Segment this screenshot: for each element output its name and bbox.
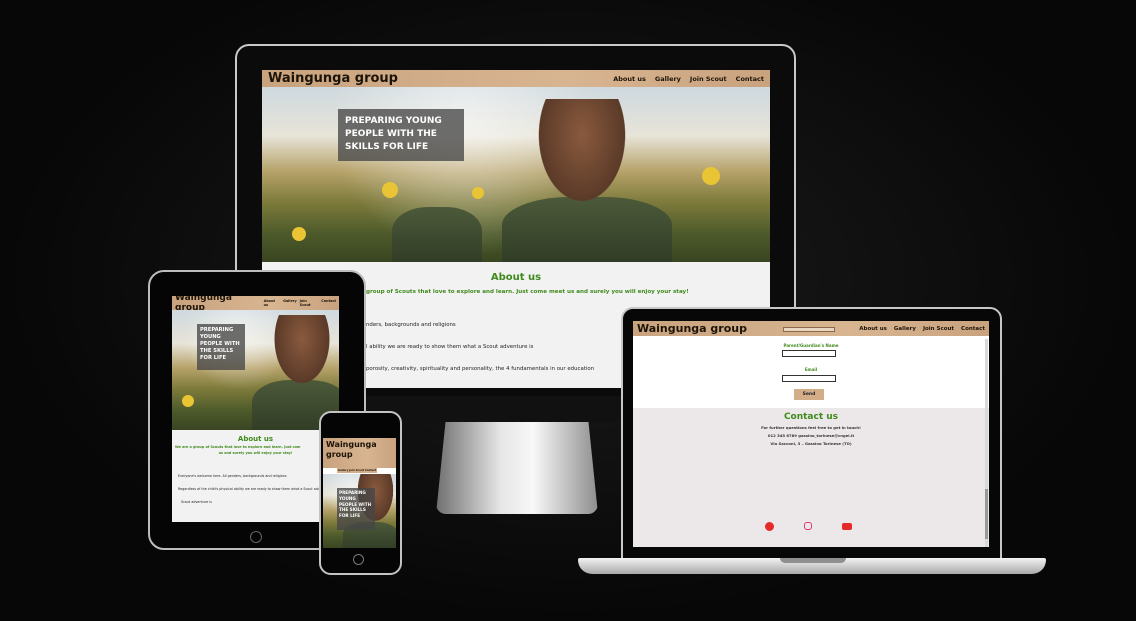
send-button[interactable]: Send [794,389,824,400]
nav-gallery[interactable]: Gallery [283,299,297,307]
nav-gallery[interactable]: Gallery [655,75,681,83]
hero-image: PREPARING YOUNG PEOPLE WITH THE SKILLS F… [262,87,770,262]
macbook-screen: Waingunga group About us Gallery Join Sc… [633,321,989,547]
about-bullet-2: l ability we are ready to show them what… [366,344,534,350]
ipad-screen: Waingunga group About us Gallery Join Sc… [172,296,339,522]
contact-line-2: 012 345 6789 gassino_torinese@cngei.it [767,433,855,438]
hero-caption: PREPARING YOUNG PEOPLE WITH THE SKILLS F… [337,488,375,530]
scrollbar[interactable] [985,339,988,547]
hero-flower [702,167,720,185]
nav-contact[interactable]: Contact [736,75,764,83]
site-brand[interactable]: Waingunga group [268,71,398,86]
hero-flower [182,395,194,407]
hero-flower [472,187,484,199]
about-intro-line-2: us and surely you will enjoy your stay! [218,451,293,455]
macbook-notch [780,558,846,563]
nav-join[interactable]: Join Scout [349,469,364,472]
nav-gallery[interactable]: Gallery [338,469,348,472]
about-intro: group of Scouts that love to explore and… [366,289,689,295]
facebook-icon[interactable] [765,522,774,531]
iphone-home-button [353,554,364,565]
scrollbar-thumb[interactable] [985,489,988,539]
site-navbar: Waingunga group About us Gallery Join Sc… [172,296,339,313]
nav-links: About us Gallery Join Scout Contact [859,326,985,332]
contact-line-1: For further questions feel free to get i… [761,425,861,430]
site-brand[interactable]: Waingunga group [326,440,381,460]
site-navbar: Waingunga group About us Gallery Join Sc… [262,70,770,87]
about-bullet-3: porosity, creativity, spirituality and p… [366,366,595,372]
nav-contact[interactable]: Contact [961,326,985,332]
hero-figure-head [527,99,637,219]
nav-links: Gallery Join Scout Contact [337,468,378,473]
site-navbar: Waingunga group [323,438,396,468]
about-intro-line-1: We are a group of Scouts that love to ex… [175,445,301,449]
instagram-icon[interactable] [804,522,812,530]
nav-about[interactable]: About us [264,299,280,307]
contact-line-3: Via Sacconi, 3 – Gassino Torinese (TO) [770,441,852,446]
iphone-screen: Waingunga group Gallery Join Scout Conta… [323,438,396,548]
hero-flower [382,182,398,198]
hero-caption: PREPARING YOUNG PEOPLE WITH THE SKILLS F… [338,109,464,161]
imac-stand [436,420,598,514]
contact-title: Contact us [783,412,839,422]
email-input[interactable] [782,375,836,382]
nav-links: About us Gallery Join Scout Contact [264,299,336,307]
hero-image: PREPARING YOUNG PEOPLE WITH THE SKILLS F… [172,310,339,430]
guardian-name-label: Parent/Guardian's Name [783,343,839,348]
contact-section: Contact us For further questions feel fr… [633,408,989,547]
about-section: About us We are a group of Scouts that l… [172,430,339,522]
about-title: About us [237,435,274,443]
about-bullet-2: Regardless of the child's physical abili… [178,487,335,491]
nav-about[interactable]: About us [859,326,887,332]
about-bullet-1: nders, backgrounds and religions [366,322,456,328]
mockup-stage: Waingunga group About us Gallery Join Sc… [0,0,1136,621]
hero-figure-body [392,207,482,262]
ipad-home-button [250,531,262,543]
about-bullet-2-cont: Scout adventure is [181,500,212,504]
hero-image: PREPARING YOUNG PEOPLE WITH THE SKILLS F… [323,474,396,548]
form-field-partial[interactable] [783,327,835,332]
about-bullet-1: Everyone's welcome here. All genders, ba… [178,474,287,478]
nav-join[interactable]: Join Scout [690,75,727,83]
hero-figure-head [267,315,337,395]
nav-links: About us Gallery Join Scout Contact [613,75,764,83]
nav-join[interactable]: Join Scout [923,326,954,332]
guardian-name-input[interactable] [782,350,836,357]
nav-about[interactable]: About us [613,75,646,83]
nav-join[interactable]: Join Scout [300,299,319,307]
hero-caption: PREPARING YOUNG PEOPLE WITH THE SKILLS F… [197,324,245,370]
nav-contact[interactable]: Contact [321,299,336,307]
email-label: Email [804,367,818,372]
youtube-icon[interactable] [842,523,852,530]
hero-flower [292,227,306,241]
site-brand[interactable]: Waingunga group [637,322,747,335]
nav-contact[interactable]: Contact [365,469,376,472]
nav-gallery[interactable]: Gallery [894,326,916,332]
